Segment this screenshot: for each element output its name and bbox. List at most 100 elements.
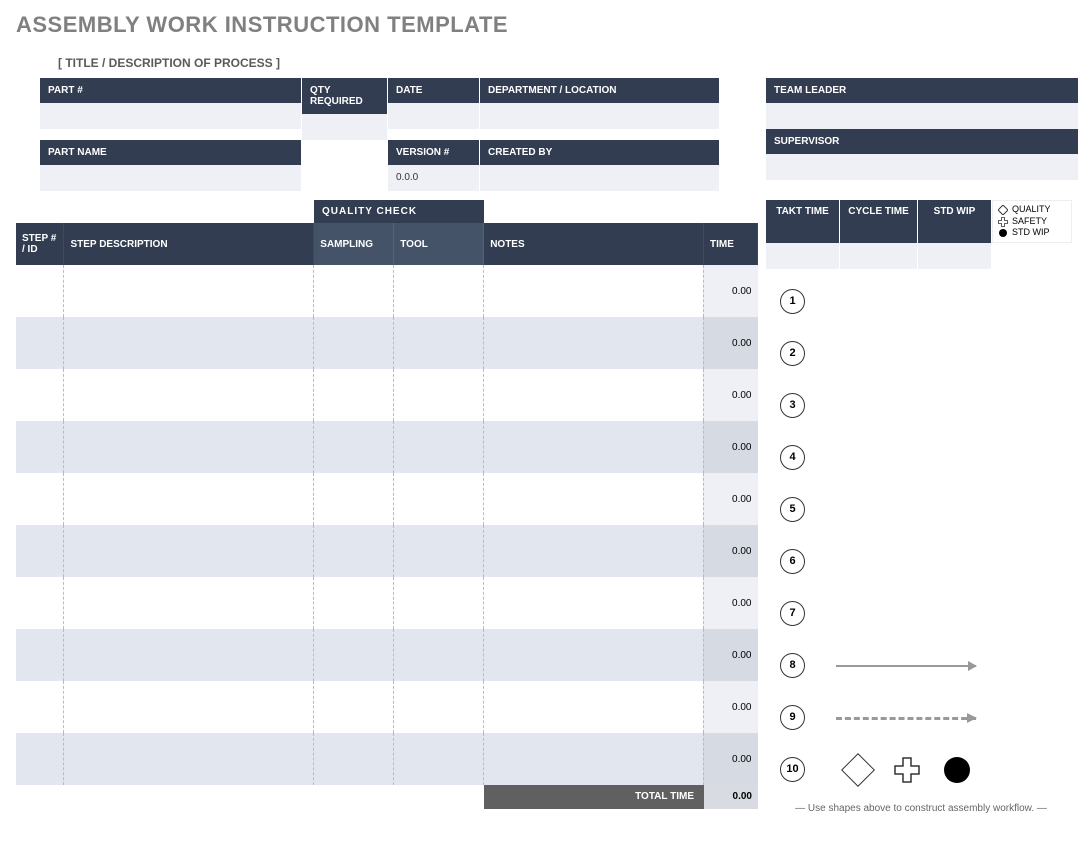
- cell-time[interactable]: 0.00: [703, 265, 757, 317]
- table-row: 0.00: [16, 577, 758, 629]
- cell-tool[interactable]: [394, 525, 484, 577]
- dept-value[interactable]: [480, 103, 720, 129]
- cell-tool[interactable]: [394, 733, 484, 785]
- step-circle[interactable]: 10: [780, 757, 805, 782]
- cell-notes[interactable]: [484, 473, 704, 525]
- cell-id[interactable]: [16, 421, 64, 473]
- cell-id[interactable]: [16, 317, 64, 369]
- cell-notes[interactable]: [484, 369, 704, 421]
- arrow-solid-icon[interactable]: [836, 665, 976, 667]
- cycle-value[interactable]: [840, 243, 918, 269]
- cell-notes[interactable]: [484, 681, 704, 733]
- cell-notes[interactable]: [484, 629, 704, 681]
- step-circle[interactable]: 7: [780, 601, 805, 626]
- cell-time[interactable]: 0.00: [703, 421, 757, 473]
- cell-notes[interactable]: [484, 733, 704, 785]
- takt-value[interactable]: [766, 243, 840, 269]
- cell-time[interactable]: 0.00: [703, 525, 757, 577]
- team-leader-value[interactable]: [766, 103, 1078, 129]
- cell-sampling[interactable]: [314, 577, 394, 629]
- arrow-dashed-icon[interactable]: [836, 717, 976, 720]
- cell-notes[interactable]: [484, 421, 704, 473]
- step-circle[interactable]: 6: [780, 549, 805, 574]
- cell-sampling[interactable]: [314, 525, 394, 577]
- workflow-step-row: 4: [766, 431, 1076, 483]
- part-num-value[interactable]: [40, 103, 302, 129]
- diamond-icon: [997, 204, 1008, 215]
- step-circle[interactable]: 3: [780, 393, 805, 418]
- part-name-value[interactable]: [40, 165, 302, 191]
- cell-desc[interactable]: [64, 317, 314, 369]
- workflow-step-row: 7: [766, 587, 1076, 639]
- cell-sampling[interactable]: [314, 317, 394, 369]
- cell-sampling[interactable]: [314, 265, 394, 317]
- cell-id[interactable]: [16, 681, 64, 733]
- cell-sampling[interactable]: [314, 369, 394, 421]
- cell-desc[interactable]: [64, 733, 314, 785]
- filled-circle-icon[interactable]: [944, 757, 970, 783]
- plus-shape-icon[interactable]: [894, 757, 920, 783]
- step-circle[interactable]: 5: [780, 497, 805, 522]
- cell-desc[interactable]: [64, 369, 314, 421]
- cell-time[interactable]: 0.00: [703, 733, 757, 785]
- cell-tool[interactable]: [394, 681, 484, 733]
- step-circle[interactable]: 9: [780, 705, 805, 730]
- cell-time[interactable]: 0.00: [703, 473, 757, 525]
- cell-id[interactable]: [16, 473, 64, 525]
- cell-sampling[interactable]: [314, 681, 394, 733]
- created-value[interactable]: [480, 165, 720, 191]
- cell-desc[interactable]: [64, 577, 314, 629]
- cell-notes[interactable]: [484, 317, 704, 369]
- cell-desc[interactable]: [64, 265, 314, 317]
- date-value[interactable]: [388, 103, 480, 129]
- cell-sampling[interactable]: [314, 629, 394, 681]
- cell-tool[interactable]: [394, 265, 484, 317]
- step-circle[interactable]: 2: [780, 341, 805, 366]
- cell-time[interactable]: 0.00: [703, 369, 757, 421]
- cell-tool[interactable]: [394, 629, 484, 681]
- workflow-step-row: 3: [766, 379, 1076, 431]
- cell-tool[interactable]: [394, 317, 484, 369]
- cell-tool[interactable]: [394, 577, 484, 629]
- stdwip-value[interactable]: [918, 243, 992, 269]
- cell-notes[interactable]: [484, 265, 704, 317]
- cell-sampling[interactable]: [314, 733, 394, 785]
- supervisor-value[interactable]: [766, 154, 1078, 180]
- diamond-shape-icon[interactable]: [841, 753, 875, 787]
- cell-id[interactable]: [16, 525, 64, 577]
- cell-id[interactable]: [16, 577, 64, 629]
- cell-desc[interactable]: [64, 629, 314, 681]
- cell-time[interactable]: 0.00: [703, 317, 757, 369]
- col-tool: TOOL: [394, 223, 484, 265]
- cell-desc[interactable]: [64, 681, 314, 733]
- cell-notes[interactable]: [484, 525, 704, 577]
- cell-time[interactable]: 0.00: [703, 629, 757, 681]
- table-row: 0.00: [16, 525, 758, 577]
- version-value[interactable]: 0.0.0: [388, 165, 480, 191]
- cell-tool[interactable]: [394, 369, 484, 421]
- qty-value[interactable]: [302, 114, 388, 140]
- cell-tool[interactable]: [394, 473, 484, 525]
- workflow-step-row: 2: [766, 327, 1076, 379]
- cell-desc[interactable]: [64, 473, 314, 525]
- cell-id[interactable]: [16, 733, 64, 785]
- cell-tool[interactable]: [394, 421, 484, 473]
- total-time-label: TOTAL TIME: [484, 785, 704, 809]
- cell-time[interactable]: 0.00: [703, 681, 757, 733]
- cell-sampling[interactable]: [314, 473, 394, 525]
- step-circle[interactable]: 8: [780, 653, 805, 678]
- cell-id[interactable]: [16, 265, 64, 317]
- dept-label: DEPARTMENT / LOCATION: [480, 78, 720, 103]
- table-row: 0.00: [16, 733, 758, 785]
- cell-id[interactable]: [16, 629, 64, 681]
- cell-desc[interactable]: [64, 421, 314, 473]
- cell-sampling[interactable]: [314, 421, 394, 473]
- cell-time[interactable]: 0.00: [703, 577, 757, 629]
- step-circle[interactable]: 4: [780, 445, 805, 470]
- step-circle[interactable]: 1: [780, 289, 805, 314]
- cell-id[interactable]: [16, 369, 64, 421]
- table-row: 0.00: [16, 317, 758, 369]
- cell-notes[interactable]: [484, 577, 704, 629]
- cell-desc[interactable]: [64, 525, 314, 577]
- cycle-label: CYCLE TIME: [840, 200, 918, 243]
